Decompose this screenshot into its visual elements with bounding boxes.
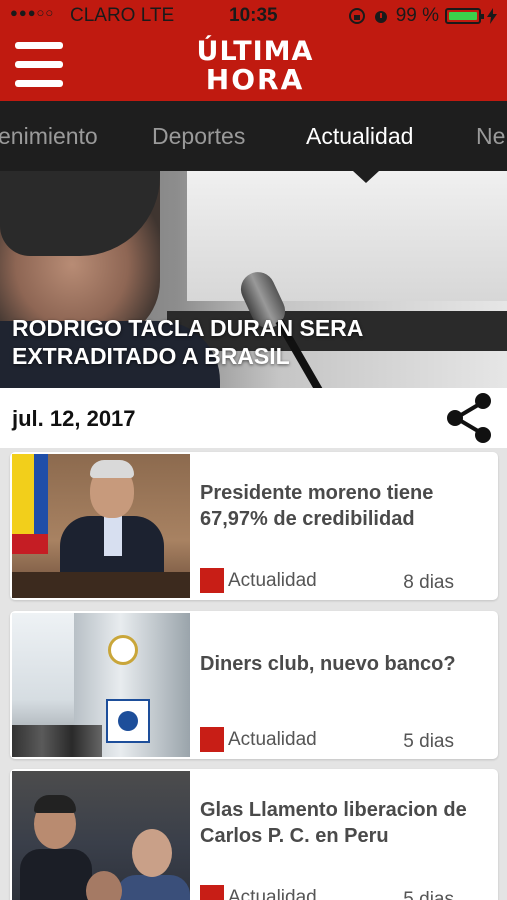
article-card[interactable]: Presidente moreno tiene 67,97% de credib… — [10, 452, 498, 600]
article-headline[interactable]: Glas Llamento liberacion de Carlos P. C.… — [200, 797, 485, 849]
charging-icon — [487, 8, 497, 24]
battery-icon — [445, 8, 484, 24]
tab-entretenimiento[interactable]: enimiento — [0, 123, 98, 150]
signal-strength-icon: ●●●○○ — [10, 5, 55, 20]
category-marker — [200, 727, 224, 752]
article-thumbnail — [12, 771, 190, 900]
active-tab-indicator — [353, 171, 379, 183]
article-age: 5 dias — [403, 889, 454, 900]
article-age: 8 dias — [403, 572, 454, 593]
carrier-label: CLARO LTE — [70, 5, 175, 26]
app-logo: ÚLTIMA HORA — [180, 38, 330, 94]
article-headline[interactable]: Presidente moreno tiene 67,97% de credib… — [200, 480, 485, 532]
share-icon[interactable] — [444, 391, 494, 445]
tab-deportes[interactable]: Deportes — [152, 123, 245, 150]
article-category: Actualidad — [228, 570, 317, 591]
status-bar: ●●●○○ CLARO LTE 10:35 99 % — [0, 0, 507, 30]
article-thumbnail — [12, 613, 190, 757]
battery-percent: 99 % — [395, 5, 439, 26]
alarm-icon — [374, 11, 387, 23]
date-label: jul. 12, 2017 — [12, 406, 136, 431]
clock: 10:35 — [229, 5, 278, 26]
category-marker — [200, 885, 224, 900]
article-thumbnail — [12, 454, 190, 598]
article-card[interactable]: Glas Llamento liberacion de Carlos P. C.… — [10, 769, 498, 900]
lock-rotation-icon — [348, 8, 365, 24]
date-bar: jul. 12, 2017 — [0, 388, 507, 448]
tab-actualidad[interactable]: Actualidad — [306, 123, 413, 150]
article-category: Actualidad — [228, 729, 317, 750]
hero-title[interactable]: RODRIGO TACLA DURAN SERA EXTRADITADO A B… — [12, 314, 412, 370]
hamburger-menu-button[interactable] — [15, 42, 63, 88]
tab-next[interactable]: Ne — [476, 123, 505, 150]
article-category: Actualidad — [228, 887, 317, 900]
logo-line-2: HORA — [205, 63, 305, 96]
section-tabs: enimiento Deportes Actualidad Ne — [0, 101, 507, 171]
article-card[interactable]: Diners club, nuevo banco? Actualidad 5 d… — [10, 611, 498, 759]
hero-article[interactable]: RODRIGO TACLA DURAN SERA EXTRADITADO A B… — [0, 171, 507, 388]
article-headline[interactable]: Diners club, nuevo banco? — [200, 651, 485, 677]
app-header: ÚLTIMA HORA — [0, 30, 507, 101]
article-age: 5 dias — [403, 731, 454, 752]
category-marker — [200, 568, 224, 593]
logo-line-1: ÚLTIMA — [196, 36, 314, 67]
battery-level-fill — [449, 12, 477, 20]
